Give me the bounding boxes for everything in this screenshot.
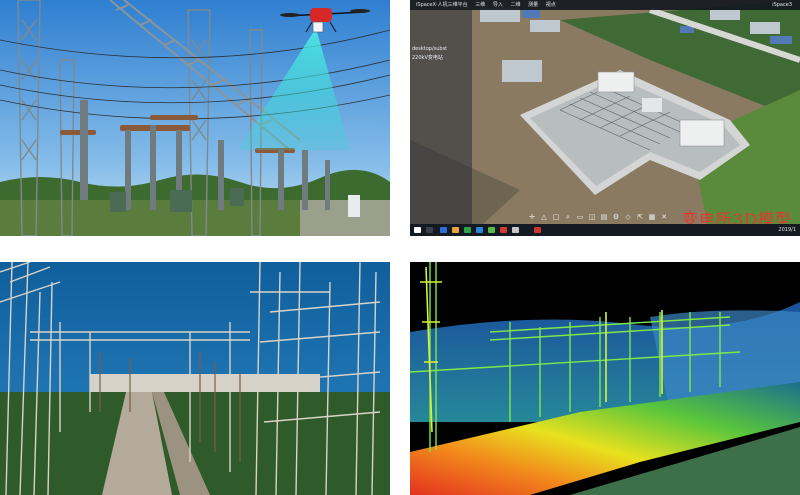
side-item-path[interactable]: desktop/subst <box>412 46 447 52</box>
tab-viewpoint[interactable]: 视点 <box>546 0 556 10</box>
start-icon[interactable] <box>414 227 421 233</box>
chat-icon[interactable] <box>488 227 495 233</box>
road <box>300 198 390 236</box>
tab-measure[interactable]: 测量 <box>528 0 538 10</box>
settings-icon[interactable]: ⚙ <box>612 213 620 221</box>
app-title-bar: iSpaceX·人机三维平台 三维 导入 二维 测量 视点 iSpace3 <box>410 0 800 10</box>
search-icon[interactable]: ⌕ <box>564 213 572 221</box>
substation-pointcloud-elevation <box>410 262 800 495</box>
windows-taskbar: 2019/1 <box>410 224 800 236</box>
substation-pointcloud-rgb <box>0 262 390 495</box>
tab-import[interactable]: 导入 <box>493 0 503 10</box>
pointcloud-elevation-scene <box>410 262 800 495</box>
tab-three-d[interactable]: 三维 <box>475 0 485 10</box>
folder-icon[interactable] <box>452 227 459 233</box>
tab-two-d[interactable]: 二维 <box>510 0 520 10</box>
browser-icon[interactable] <box>440 227 447 233</box>
drone-inspection-photo <box>0 0 390 236</box>
substation-3d-model-viewer: iSpaceX·人机三维平台 三维 导入 二维 测量 视点 iSpace3 de… <box>410 0 800 236</box>
search-taskbar-icon[interactable] <box>426 227 433 233</box>
cursor-icon[interactable]: ✛ <box>528 213 536 221</box>
app3-icon[interactable] <box>500 227 507 233</box>
triangle-icon[interactable]: △ <box>540 213 548 221</box>
app-title: iSpaceX·人机三维平台 <box>416 2 468 8</box>
control-building <box>679 119 725 147</box>
share-icon[interactable]: ⇱ <box>636 213 644 221</box>
grid-icon[interactable]: ▦ <box>648 213 656 221</box>
layer-side-panel: desktop/subst 220kV变电站 <box>410 10 472 224</box>
pointcloud-rgb-scene <box>0 262 390 495</box>
app-top-right: iSpace3 <box>772 2 792 8</box>
app-icon[interactable] <box>464 227 471 233</box>
boundary-wall <box>90 374 320 392</box>
cube-icon[interactable]: ◫ <box>588 213 596 221</box>
tag-icon[interactable]: ◇ <box>624 213 632 221</box>
taskbar-clock: 2019/1 <box>778 227 796 233</box>
app2-icon[interactable] <box>476 227 483 233</box>
app5-icon[interactable] <box>534 227 541 233</box>
layers-icon[interactable]: ▤ <box>600 213 608 221</box>
app4-icon[interactable] <box>512 227 519 233</box>
close-icon[interactable]: ✕ <box>660 213 668 221</box>
square-icon[interactable]: □ <box>552 213 560 221</box>
side-item-substation[interactable]: 220kV变电站 <box>412 54 443 61</box>
drone-inspection-scene <box>0 0 390 236</box>
viewer-toolbar: ✛ △ □ ⌕ ▭ ◫ ▤ ⚙ ◇ ⇱ ▦ ✕ <box>528 211 668 223</box>
box-icon[interactable]: ▭ <box>576 213 584 221</box>
